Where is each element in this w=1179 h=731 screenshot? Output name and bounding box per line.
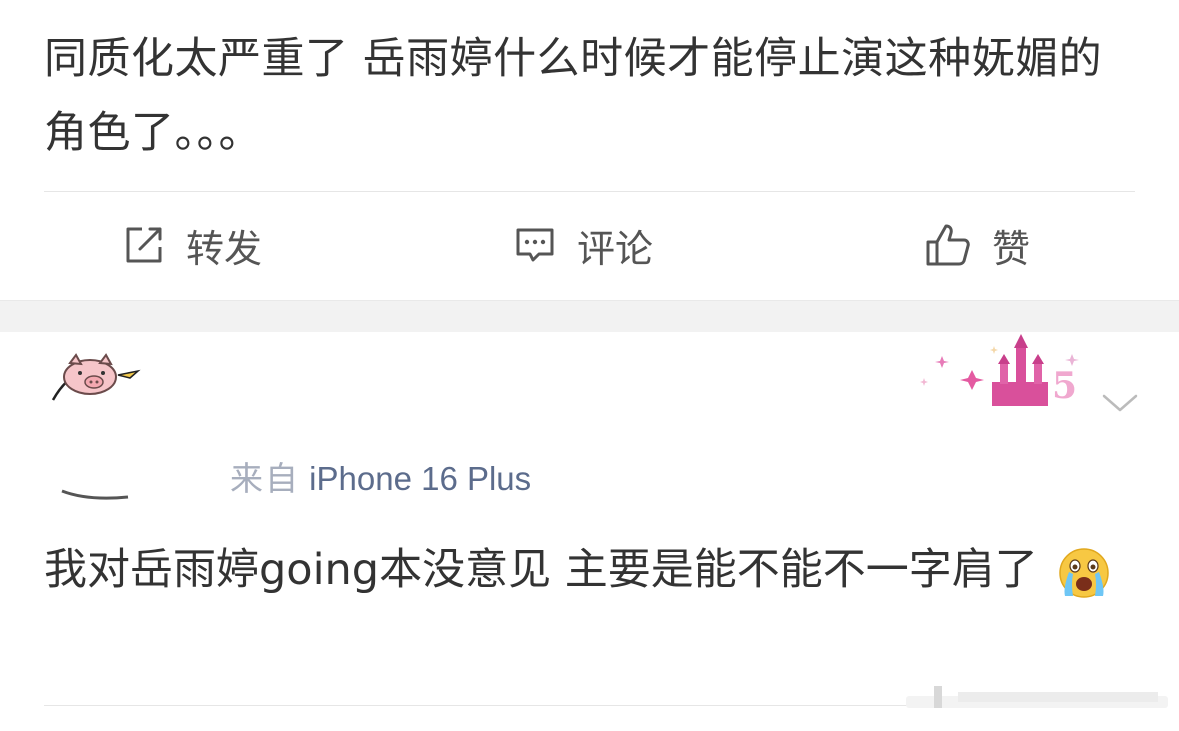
action-bar: 转发 评论 赞 [0, 192, 1179, 300]
repost-icon [122, 223, 166, 267]
watermark-image [906, 684, 1168, 718]
comment-text: 我对岳雨婷going本没意见 主要是能不能不一字肩了 [44, 533, 1134, 607]
source-prefix: 来自 [230, 460, 300, 497]
anniversary-badge: 5 [912, 334, 1092, 414]
comment-icon [513, 223, 557, 267]
comment-body: 我对岳雨婷going本没意见 主要是能不能不一字肩了 [44, 545, 1038, 595]
chevron-down-icon[interactable] [1100, 388, 1140, 418]
avatar[interactable] [48, 345, 158, 505]
crying-face-emoji-icon [1055, 544, 1113, 602]
comment-button[interactable]: 评论 [513, 220, 654, 271]
repost-label: 转发 [186, 226, 263, 271]
repost-button[interactable]: 转发 [122, 220, 263, 271]
comment-label: 评论 [577, 226, 654, 271]
pig-avatar-icon [51, 353, 141, 500]
like-button[interactable]: 赞 [924, 220, 1031, 271]
post-text: 同质化太严重了 岳雨婷什么时候才能停止演这种妩媚的角色了。。。 [44, 34, 1103, 158]
section-separator [0, 300, 1179, 332]
svg-text:5: 5 [1052, 365, 1077, 407]
comment-meta: 来自 iPhone 16 Plus [230, 452, 531, 498]
like-label: 赞 [992, 226, 1031, 271]
device-name: iPhone 16 Plus [309, 460, 532, 497]
castle-badge-icon: 5 [920, 334, 1079, 407]
thumbs-up-icon [924, 222, 972, 268]
